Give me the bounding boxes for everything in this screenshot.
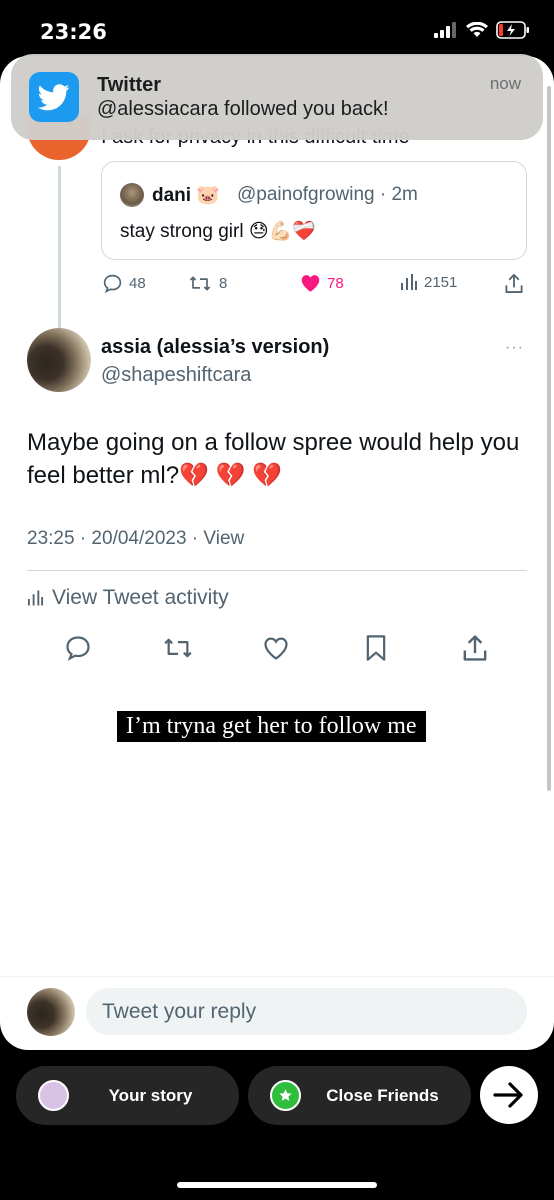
retweet-icon[interactable] — [162, 634, 194, 662]
cellular-signal-icon — [434, 22, 456, 38]
quoted-tweet-text: stay strong girl 😓💪🏻❤️‍🩹 — [120, 221, 316, 242]
your-story-label: Your story — [108, 1086, 193, 1105]
battery-charging-icon — [496, 21, 529, 39]
share-icon[interactable] — [462, 634, 488, 662]
view-tweet-activity-label: View Tweet activity — [52, 586, 229, 609]
tweet-screen: I ask for privacy in this difficult time… — [0, 56, 554, 1050]
close-friends-button[interactable]: Close Friends — [248, 1066, 471, 1125]
reply-action[interactable]: 48 — [102, 273, 146, 294]
tweet-timestamp: 23:25 · 20/04/2023 · View — [27, 528, 245, 549]
like-count: 78 — [327, 274, 344, 292]
retweet-count: 8 — [219, 275, 228, 292]
views-action[interactable]: 2151 — [400, 273, 457, 291]
reply-avatar — [27, 988, 75, 1036]
reply-icon[interactable] — [64, 634, 92, 662]
tweet-author-handle[interactable]: @shapeshiftcara — [101, 364, 251, 387]
view-tweet-activity[interactable]: View Tweet activity — [27, 586, 229, 610]
tweet-actions — [64, 634, 494, 666]
reply-count: 48 — [129, 275, 146, 292]
retweet-icon — [189, 276, 211, 291]
heart-icon[interactable] — [262, 634, 290, 662]
push-notification[interactable]: Twitter @alessiacara followed you back! … — [11, 54, 543, 140]
your-story-button[interactable]: Your story — [16, 1066, 239, 1125]
activity-chart-icon — [27, 590, 44, 606]
close-friends-label: Close Friends — [326, 1086, 439, 1105]
tweet-text: Maybe going on a follow spree would help… — [27, 429, 520, 489]
status-bar: 23:26 — [0, 0, 554, 60]
more-options-icon[interactable]: ··· — [505, 339, 524, 357]
divider — [27, 570, 527, 571]
notification-time: now — [489, 74, 521, 93]
tweet-author-avatar[interactable] — [27, 328, 91, 392]
story-caption: I’m tryna get her to follow me — [117, 711, 426, 742]
quoted-tweet-handle: @painofgrowing · 2m — [237, 184, 418, 205]
reply-divider — [0, 976, 554, 977]
twitter-bird-icon — [29, 72, 79, 122]
notification-message: @alessiacara followed you back! — [97, 98, 389, 120]
send-button[interactable] — [480, 1066, 538, 1124]
views-count: 2151 — [424, 273, 458, 291]
arrow-right-icon — [493, 1082, 523, 1108]
retweet-action[interactable]: 8 — [187, 273, 227, 294]
like-action[interactable]: 78 — [300, 273, 344, 293]
status-icons — [434, 21, 530, 39]
reply-icon — [103, 274, 122, 294]
previous-tweet-actions: 48 8 78 2151 — [102, 273, 527, 299]
scrollbar[interactable] — [547, 86, 551, 791]
tweet-author-name[interactable]: assia (alessia’s version) — [101, 336, 329, 359]
share-icon — [505, 274, 523, 293]
share-action[interactable] — [504, 273, 524, 294]
status-time: 23:26 — [40, 20, 107, 44]
bookmark-icon[interactable] — [364, 634, 388, 662]
heart-filled-icon — [301, 275, 320, 292]
views-chart-icon — [401, 274, 417, 290]
notification-app-name: Twitter — [97, 74, 162, 96]
reply-input[interactable] — [86, 988, 527, 1035]
wifi-icon — [466, 22, 488, 37]
home-indicator[interactable] — [177, 1182, 377, 1188]
quoted-tweet[interactable]: dani 🐷 @painofgrowing · 2m stay strong g… — [101, 161, 527, 260]
quoted-tweet-name: dani 🐷 — [152, 185, 220, 206]
quoted-tweet-avatar — [120, 183, 144, 207]
